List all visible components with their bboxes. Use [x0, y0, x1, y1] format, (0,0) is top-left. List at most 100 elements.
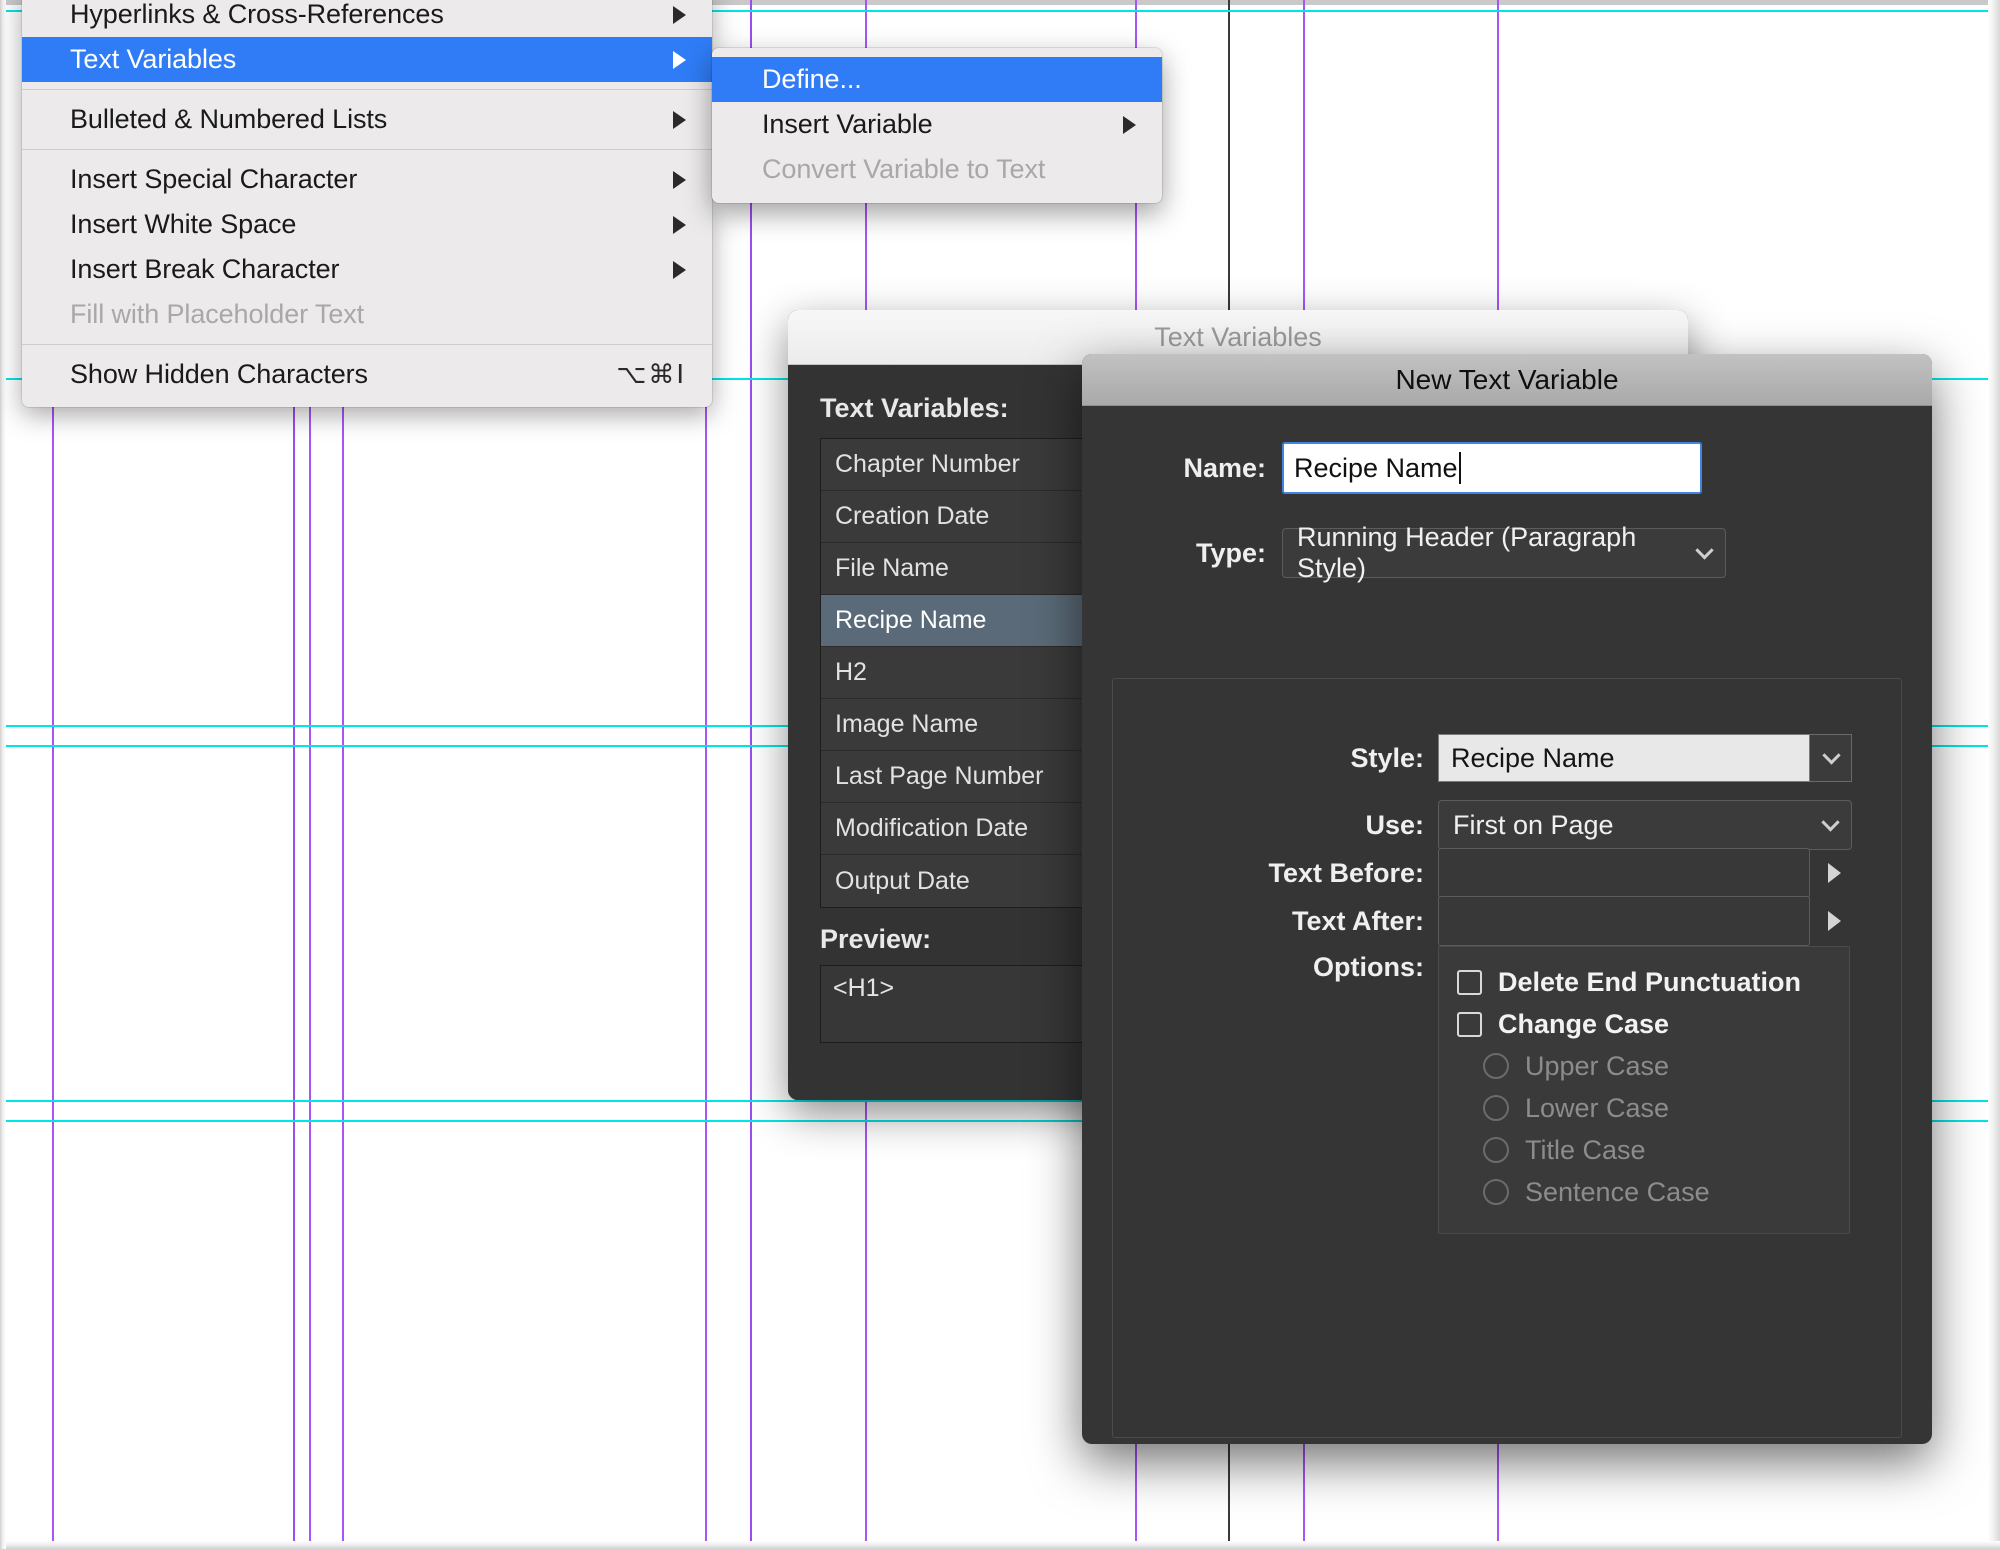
submenu-item-label: Define...	[762, 64, 862, 94]
list-item-label: Image Name	[835, 710, 979, 738]
radio-label: Lower Case	[1525, 1092, 1670, 1123]
submenu-item-insert-variable[interactable]: Insert Variable	[712, 102, 1162, 147]
style-select-dropdown-button[interactable]	[1810, 734, 1852, 782]
radio-icon	[1483, 1053, 1509, 1079]
menu-item-bulleted-numbered-lists[interactable]: Bulleted & Numbered Lists	[22, 97, 712, 142]
text-after-input[interactable]	[1438, 896, 1810, 946]
list-item-label: Output Date	[835, 866, 970, 895]
radio-sentence-case: Sentence Case	[1457, 1171, 1849, 1213]
new-text-variable-dialog: New Text Variable Name: Recipe Name Type…	[1082, 354, 1932, 1444]
text-before-special-chars-icon[interactable]	[1828, 863, 1841, 883]
name-input[interactable]: Recipe Name	[1282, 442, 1702, 494]
menu-item-label: Fill with Placeholder Text	[70, 299, 365, 329]
checkbox-label: Delete End Punctuation	[1498, 966, 1802, 997]
type-select[interactable]: Running Header (Paragraph Style)	[1282, 522, 1726, 583]
menu-item-label: Insert Break Character	[70, 254, 340, 284]
use-select[interactable]: First on Page	[1438, 800, 1852, 850]
chevron-right-icon	[673, 215, 686, 234]
menu-item-text-variables[interactable]: Text Variables	[22, 37, 712, 82]
radio-lower-case: Lower Case	[1457, 1087, 1849, 1129]
list-item-label: Recipe Name	[835, 606, 987, 634]
list-item-label: Creation Date	[835, 502, 990, 530]
dialog-title: New Text Variable	[1395, 363, 1619, 395]
options-label: Options:	[1313, 952, 1424, 982]
text-after-label: Text After:	[1291, 905, 1424, 936]
style-select-value-box[interactable]: Recipe Name	[1438, 734, 1810, 782]
canvas-bottom-border	[0, 1541, 2000, 1549]
type-row: Type: Running Header (Paragraph Style)	[1082, 522, 1932, 583]
menu-item-insert-break-character[interactable]: Insert Break Character	[22, 247, 712, 292]
type-menu[interactable]: Hyperlinks & Cross-References Text Varia…	[22, 0, 712, 407]
text-variables-preview-value: <H1>	[833, 974, 895, 1002]
chevron-down-icon	[1821, 813, 1840, 832]
radio-title-case: Title Case	[1457, 1129, 1849, 1171]
menu-separator	[22, 89, 712, 90]
chevron-down-icon	[1822, 746, 1841, 765]
text-before-label: Text Before:	[1268, 857, 1424, 888]
menu-item-shortcut: ⌥⌘I	[616, 359, 686, 390]
list-item-label: H2	[835, 658, 867, 686]
style-select[interactable]: Recipe Name	[1438, 734, 1852, 782]
new-text-variable-body: Name: Recipe Name Type: Running Header (…	[1082, 442, 1932, 1444]
text-caret	[1458, 452, 1461, 484]
submenu-item-convert-variable-to-text: Convert Variable to Text	[712, 147, 1162, 192]
type-select-value: Running Header (Paragraph Style)	[1297, 522, 1637, 583]
canvas-left-border	[0, 0, 6, 1549]
use-row: Use: First on Page	[1082, 800, 1932, 850]
options-box: Delete End Punctuation Change Case Upper…	[1438, 946, 1850, 1234]
radio-icon	[1483, 1095, 1509, 1121]
menu-item-label: Text Variables	[70, 44, 237, 74]
name-label: Name:	[1183, 452, 1266, 483]
radio-label: Upper Case	[1525, 1050, 1670, 1081]
checkbox-label: Change Case	[1498, 1008, 1670, 1039]
list-item-label: File Name	[835, 554, 949, 582]
text-before-input[interactable]	[1438, 848, 1810, 898]
menu-item-label: Hyperlinks & Cross-References	[70, 0, 444, 29]
menu-item-label: Insert Special Character	[70, 164, 358, 194]
chevron-right-icon	[673, 170, 686, 189]
text-before-row: Text Before:	[1082, 848, 1932, 898]
list-item-label: Chapter Number	[835, 450, 1020, 478]
use-select-value: First on Page	[1453, 809, 1614, 840]
name-row: Name: Recipe Name	[1082, 442, 1932, 494]
text-after-special-chars-icon[interactable]	[1828, 911, 1841, 931]
list-item-label: Modification Date	[835, 814, 1029, 842]
submenu-item-define[interactable]: Define...	[712, 57, 1162, 102]
menu-item-insert-white-space[interactable]: Insert White Space	[22, 202, 712, 247]
menu-item-label: Bulleted & Numbered Lists	[70, 104, 388, 134]
radio-upper-case: Upper Case	[1457, 1045, 1849, 1087]
text-variables-window-title: Text Variables	[1154, 321, 1322, 352]
radio-label: Title Case	[1525, 1134, 1646, 1165]
screenshot-root: Hyperlinks & Cross-References Text Varia…	[0, 0, 2000, 1549]
submenu-item-label: Convert Variable to Text	[762, 154, 1046, 184]
text-variables-submenu[interactable]: Define... Insert Variable Convert Variab…	[712, 48, 1162, 203]
submenu-item-label: Insert Variable	[762, 109, 933, 139]
text-after-row: Text After:	[1082, 896, 1932, 946]
menu-item-insert-special-character[interactable]: Insert Special Character	[22, 157, 712, 202]
name-input-value: Recipe Name	[1294, 452, 1458, 483]
checkbox-change-case[interactable]: Change Case	[1457, 1003, 1849, 1045]
new-text-variable-titlebar: New Text Variable	[1082, 354, 1932, 406]
menu-item-label: Show Hidden Characters	[70, 359, 368, 389]
chevron-right-icon	[673, 5, 686, 24]
radio-icon	[1483, 1179, 1509, 1205]
checkbox-delete-end-punctuation[interactable]: Delete End Punctuation	[1457, 961, 1849, 1003]
column-guide	[750, 0, 752, 1549]
chevron-right-icon	[673, 50, 686, 69]
chevron-right-icon	[1123, 115, 1136, 134]
radio-label: Sentence Case	[1525, 1176, 1710, 1207]
menu-item-label: Insert White Space	[70, 209, 297, 239]
checkbox-icon[interactable]	[1457, 1011, 1482, 1037]
menu-item-show-hidden-characters[interactable]: Show Hidden Characters ⌥⌘I	[22, 352, 712, 397]
style-select-value: Recipe Name	[1451, 742, 1615, 773]
chevron-down-icon	[1695, 541, 1714, 560]
radio-icon	[1483, 1137, 1509, 1163]
chevron-right-icon	[673, 110, 686, 129]
menu-separator	[22, 149, 712, 150]
checkbox-icon[interactable]	[1457, 969, 1482, 995]
menu-item-hyperlinks-cross-references[interactable]: Hyperlinks & Cross-References	[22, 0, 712, 37]
use-label: Use:	[1365, 809, 1424, 840]
list-item-label: Last Page Number	[835, 762, 1044, 790]
menu-separator	[22, 344, 712, 345]
type-label: Type:	[1195, 537, 1266, 568]
